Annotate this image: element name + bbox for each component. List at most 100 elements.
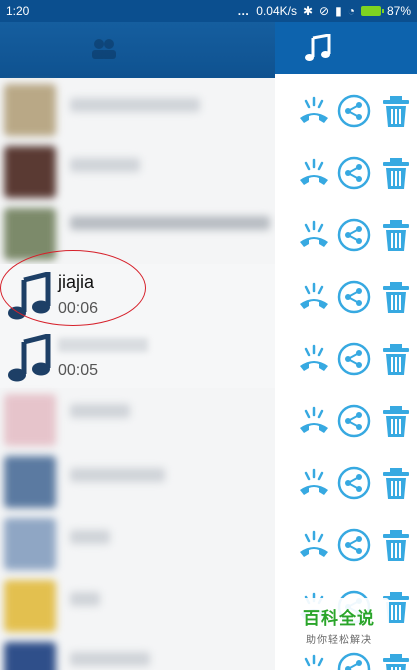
call-icon <box>300 468 328 495</box>
call-button[interactable] <box>297 94 331 128</box>
call-button[interactable] <box>297 528 331 562</box>
call-icon <box>300 282 328 309</box>
delete-button[interactable] <box>379 280 413 314</box>
action-row <box>275 80 417 142</box>
action-row <box>275 452 417 514</box>
tab-recordings[interactable] <box>275 22 417 78</box>
delete-button[interactable] <box>379 342 413 376</box>
trash-icon <box>383 220 409 251</box>
list-item[interactable] <box>0 388 275 450</box>
network-speed: 0.04K/s <box>256 4 297 18</box>
highlight-annotation <box>0 250 146 326</box>
screen: 1:20 … 0.04K/s ✱ ⊘ ▮ ◔ 87% jiajia 00:06 … <box>0 0 417 670</box>
list-item-text <box>70 98 200 112</box>
list-item-text <box>70 404 130 418</box>
call-button[interactable] <box>297 652 331 670</box>
share-button[interactable] <box>337 94 371 128</box>
battery-percent: 87% <box>386 4 411 18</box>
watermark-subtitle: 助你轻松解决 <box>306 635 372 646</box>
share-icon <box>337 652 371 670</box>
action-column <box>275 78 417 670</box>
call-button[interactable] <box>297 404 331 438</box>
signal-icon: ▮ <box>335 4 342 18</box>
avatar <box>4 394 56 446</box>
music-note-icon <box>305 34 331 61</box>
list-item[interactable] <box>0 636 275 670</box>
list-item-text <box>70 468 165 482</box>
avatar <box>4 580 56 632</box>
status-indicators: … 0.04K/s ✱ ⊘ ▮ ◔ 87% <box>237 4 411 18</box>
avatar <box>4 456 56 508</box>
share-icon <box>337 466 371 500</box>
list-item-text <box>70 216 270 230</box>
trash-icon <box>383 282 409 313</box>
share-button[interactable] <box>337 652 371 670</box>
trash-icon <box>383 530 409 561</box>
call-icon <box>304 654 324 667</box>
delete-button[interactable] <box>379 94 413 128</box>
delete-button[interactable] <box>379 218 413 252</box>
action-row <box>275 142 417 204</box>
delete-button[interactable] <box>379 156 413 190</box>
list-item-text <box>70 652 150 666</box>
delete-button[interactable] <box>379 652 413 670</box>
trash-icon <box>383 468 409 499</box>
call-icon <box>300 158 328 185</box>
tab-contacts[interactable] <box>0 22 275 78</box>
recording-duration: 00:05 <box>58 362 99 379</box>
call-button[interactable] <box>297 466 331 500</box>
avatar <box>4 642 56 670</box>
app-header <box>0 22 417 78</box>
music-note-icon <box>8 334 51 382</box>
call-button[interactable] <box>297 218 331 252</box>
share-icon <box>337 528 371 562</box>
recording-list: jiajia 00:06 00:05 <box>0 78 275 670</box>
mute-icon: ⊘ <box>319 4 330 18</box>
delete-button[interactable] <box>379 528 413 562</box>
list-item[interactable] <box>0 512 275 574</box>
delete-button[interactable] <box>379 466 413 500</box>
list-item-text <box>70 530 110 544</box>
trash-icon <box>383 158 409 189</box>
notification-dots-icon: … <box>237 4 251 18</box>
blurred-name <box>58 338 148 352</box>
list-item[interactable] <box>0 78 275 140</box>
action-row <box>275 266 417 328</box>
call-icon <box>300 530 328 557</box>
avatar <box>4 518 56 570</box>
trash-icon <box>383 406 409 437</box>
contacts-icon <box>92 39 116 59</box>
share-button[interactable] <box>337 156 371 190</box>
action-row <box>275 514 417 576</box>
share-icon <box>337 156 371 190</box>
call-icon <box>300 344 328 371</box>
bluetooth-icon: ✱ <box>302 4 314 18</box>
share-icon <box>337 94 371 128</box>
share-button[interactable] <box>337 404 371 438</box>
list-item[interactable] <box>0 574 275 636</box>
call-icon <box>300 406 328 433</box>
avatar <box>4 146 56 198</box>
share-button[interactable] <box>337 218 371 252</box>
delete-button[interactable] <box>379 404 413 438</box>
battery-icon <box>360 6 384 16</box>
call-button[interactable] <box>297 280 331 314</box>
share-button[interactable] <box>337 528 371 562</box>
list-item[interactable]: 00:05 <box>0 326 275 388</box>
list-item[interactable] <box>0 450 275 512</box>
share-icon <box>337 404 371 438</box>
list-item-text <box>70 158 140 172</box>
avatar <box>4 84 56 136</box>
trash-icon <box>383 96 409 127</box>
share-icon <box>337 280 371 314</box>
call-button[interactable] <box>297 156 331 190</box>
trash-icon <box>383 654 409 670</box>
share-button[interactable] <box>337 466 371 500</box>
share-button[interactable] <box>337 280 371 314</box>
call-button[interactable] <box>297 342 331 376</box>
call-icon <box>300 96 328 123</box>
share-button[interactable] <box>337 342 371 376</box>
list-item[interactable] <box>0 140 275 202</box>
trash-icon <box>383 344 409 375</box>
action-row <box>275 390 417 452</box>
